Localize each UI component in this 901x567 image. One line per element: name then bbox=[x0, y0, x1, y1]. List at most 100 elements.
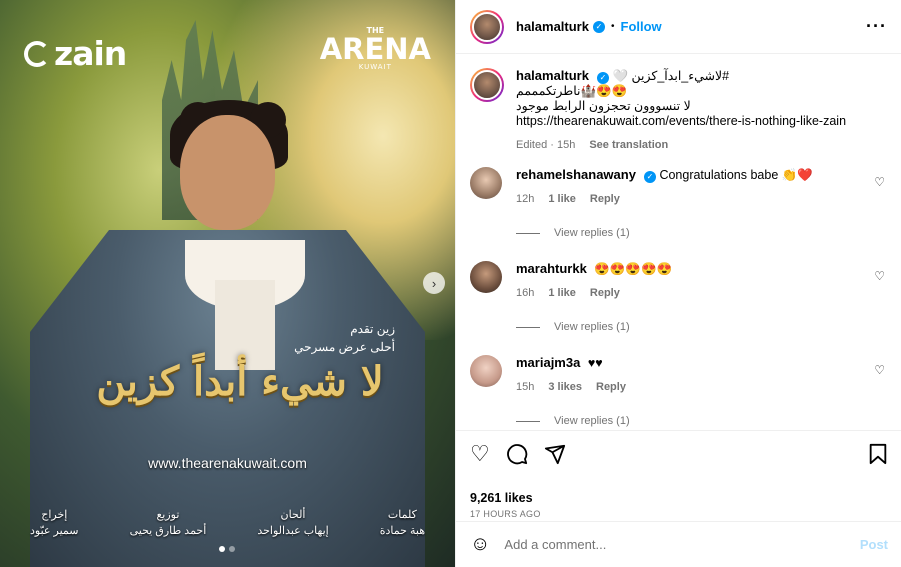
replies-line bbox=[516, 232, 540, 234]
edited-time: Edited · 15h bbox=[516, 139, 576, 151]
comment-item: mariajm3a ♥♥ 15h 3 likes Reply ♡ bbox=[470, 355, 885, 395]
avatar[interactable] bbox=[470, 68, 504, 102]
caption: halamalturk ✓ #لاشيء_ابدآ_كزين 🤍 😍😍🏰ناطرت… bbox=[470, 68, 885, 153]
bookmark-icon[interactable] bbox=[868, 443, 888, 469]
more-horizontal-icon[interactable]: ··· bbox=[866, 16, 887, 37]
comment-likes[interactable]: 1 like bbox=[548, 286, 576, 301]
view-replies-label[interactable]: View replies (1) bbox=[554, 415, 630, 427]
comment-likes[interactable]: 3 likes bbox=[548, 380, 582, 395]
presents-text: زين تقدم أحلى عرض مسرحي bbox=[294, 320, 395, 356]
media-face bbox=[180, 115, 275, 230]
reply-button[interactable]: Reply bbox=[596, 380, 626, 395]
comments-list[interactable]: halamalturk ✓ #لاشيء_ابدآ_كزين 🤍 😍😍🏰ناطرت… bbox=[456, 54, 901, 429]
zain-mark-icon bbox=[24, 40, 50, 67]
comment-like-heart-icon[interactable]: ♡ bbox=[874, 363, 885, 377]
credit-name: أحمد طارق يحيى bbox=[129, 525, 207, 537]
add-comment-bar: ☺ Post bbox=[456, 521, 901, 567]
comment-username[interactable]: rehamelshanawany bbox=[516, 167, 636, 182]
verified-badge-icon: ✓ bbox=[596, 72, 609, 84]
comment-meta: 12h 1 like Reply bbox=[516, 192, 885, 207]
send-icon[interactable] bbox=[544, 443, 566, 469]
comment-item: rehamelshanawany ✓ Congratulations babe 👏… bbox=[470, 167, 885, 207]
see-translation-link[interactable]: See translation bbox=[589, 138, 668, 153]
comment-time: 16h bbox=[516, 287, 535, 299]
verified-badge-icon: ✓ bbox=[643, 171, 656, 183]
credit-item: ألحان إيهاب عبدالواحد bbox=[257, 507, 328, 539]
avatar[interactable] bbox=[470, 9, 504, 44]
header-username[interactable]: halamalturk bbox=[516, 19, 589, 34]
reply-button[interactable]: Reply bbox=[590, 192, 620, 207]
credits: كلمات هبة حمادة ألحان إيهاب عبدالواحد تو… bbox=[30, 507, 425, 539]
presents-line2: أحلى عرض مسرحي bbox=[294, 340, 395, 354]
comment-like-heart-icon[interactable]: ♡ bbox=[874, 269, 885, 283]
zain-logo: zain bbox=[24, 34, 127, 73]
carousel-dots bbox=[219, 546, 235, 552]
caption-line1: #لاشيء_ابدآ_كزين 🤍 bbox=[612, 69, 730, 83]
avatar[interactable] bbox=[470, 355, 502, 387]
replies-line bbox=[516, 420, 540, 422]
heart-icon[interactable]: ♡ bbox=[470, 443, 490, 469]
avatar[interactable] bbox=[470, 167, 502, 199]
smiley-icon[interactable]: ☺ bbox=[470, 533, 490, 556]
comment-like-heart-icon[interactable]: ♡ bbox=[874, 175, 885, 189]
credit-item: إخراج سمير عبّود bbox=[30, 507, 79, 539]
post-actions: ♡ 9,261 likes 17 HOURS AGO bbox=[456, 430, 901, 519]
avatar[interactable] bbox=[470, 261, 502, 293]
header-separator: • bbox=[610, 21, 615, 32]
media-blouse bbox=[215, 280, 275, 370]
post-button[interactable]: Post bbox=[860, 537, 888, 552]
post-time-ago: 17 HOURS AGO bbox=[470, 509, 541, 519]
chevron-right-icon[interactable]: › bbox=[423, 272, 445, 294]
credit-name: إيهاب عبدالواحد bbox=[257, 525, 329, 537]
show-title: لا شيء أبداً كزين bbox=[96, 358, 384, 405]
likes-count[interactable]: 9,261 likes bbox=[470, 491, 888, 505]
comment-body: mariajm3a ♥♥ 15h 3 likes Reply bbox=[516, 355, 885, 395]
caption-body: halamalturk ✓ #لاشيء_ابدآ_كزين 🤍 😍😍🏰ناطرت… bbox=[516, 68, 885, 153]
credit-role: ألحان bbox=[280, 509, 306, 521]
credit-role: كلمات bbox=[387, 509, 417, 521]
post-media[interactable]: zain THE ARENA KUWAIT زين تقدم أحلى عرض … bbox=[0, 0, 455, 567]
comment-text: Congratulations babe 👏❤️ bbox=[659, 168, 813, 182]
comment-username[interactable]: mariajm3a bbox=[516, 355, 580, 370]
comment-icon[interactable] bbox=[506, 443, 528, 469]
view-replies[interactable]: View replies (1) bbox=[516, 321, 885, 333]
view-replies[interactable]: View replies (1) bbox=[516, 415, 885, 427]
comment-time: 15h bbox=[516, 381, 535, 393]
caption-username[interactable]: halamalturk bbox=[516, 68, 589, 83]
carousel-dot bbox=[229, 546, 235, 552]
action-row: ♡ bbox=[470, 443, 888, 469]
comment-username[interactable]: marahturkk bbox=[516, 261, 587, 276]
view-replies[interactable]: View replies (1) bbox=[516, 227, 885, 239]
zain-logo-text: zain bbox=[54, 34, 127, 73]
comment-likes[interactable]: 1 like bbox=[548, 192, 576, 207]
carousel-dot-active bbox=[219, 546, 225, 552]
website-text: www.thearenakuwait.com bbox=[148, 455, 307, 471]
follow-button[interactable]: Follow bbox=[621, 19, 662, 34]
verified-badge-icon: ✓ bbox=[592, 20, 605, 33]
comment-body: rehamelshanawany ✓ Congratulations babe 👏… bbox=[516, 167, 885, 207]
comment-meta: 16h 1 like Reply bbox=[516, 286, 885, 301]
arena-logo-name: ARENA bbox=[319, 32, 431, 66]
credit-role: توزيع bbox=[156, 509, 180, 521]
caption-line3: لا تنسووون تحجزون الرابط موجود bbox=[516, 99, 691, 113]
comment-time: 12h bbox=[516, 193, 535, 205]
post-side-panel: halamalturk ✓ • Follow ··· halamalturk ✓ … bbox=[455, 0, 901, 567]
credit-role: إخراج bbox=[41, 509, 68, 521]
view-replies-label[interactable]: View replies (1) bbox=[554, 227, 630, 239]
credit-item: كلمات هبة حمادة bbox=[380, 507, 425, 539]
presents-line1: زين تقدم bbox=[350, 322, 395, 336]
credit-name: سمير عبّود bbox=[30, 525, 79, 537]
caption-link[interactable]: https://thearenakuwait.com/events/there-… bbox=[516, 114, 885, 129]
comment-text: 😍😍😍😍😍 bbox=[594, 262, 673, 276]
replies-line bbox=[516, 326, 540, 328]
comment-body: marahturkk 😍😍😍😍😍 16h 1 like Reply bbox=[516, 261, 885, 301]
caption-line2: 😍😍🏰ناطرتكمممم bbox=[516, 84, 628, 98]
post-header: halamalturk ✓ • Follow ··· bbox=[456, 0, 901, 54]
reply-button[interactable]: Reply bbox=[590, 286, 620, 301]
view-replies-label[interactable]: View replies (1) bbox=[554, 321, 630, 333]
arena-logo: THE ARENA KUWAIT bbox=[320, 26, 431, 71]
comment-meta: 15h 3 likes Reply bbox=[516, 380, 885, 395]
comment-item: marahturkk 😍😍😍😍😍 16h 1 like Reply ♡ bbox=[470, 261, 885, 301]
credit-item: توزيع أحمد طارق يحيى bbox=[130, 507, 207, 539]
comment-input[interactable] bbox=[504, 537, 860, 552]
